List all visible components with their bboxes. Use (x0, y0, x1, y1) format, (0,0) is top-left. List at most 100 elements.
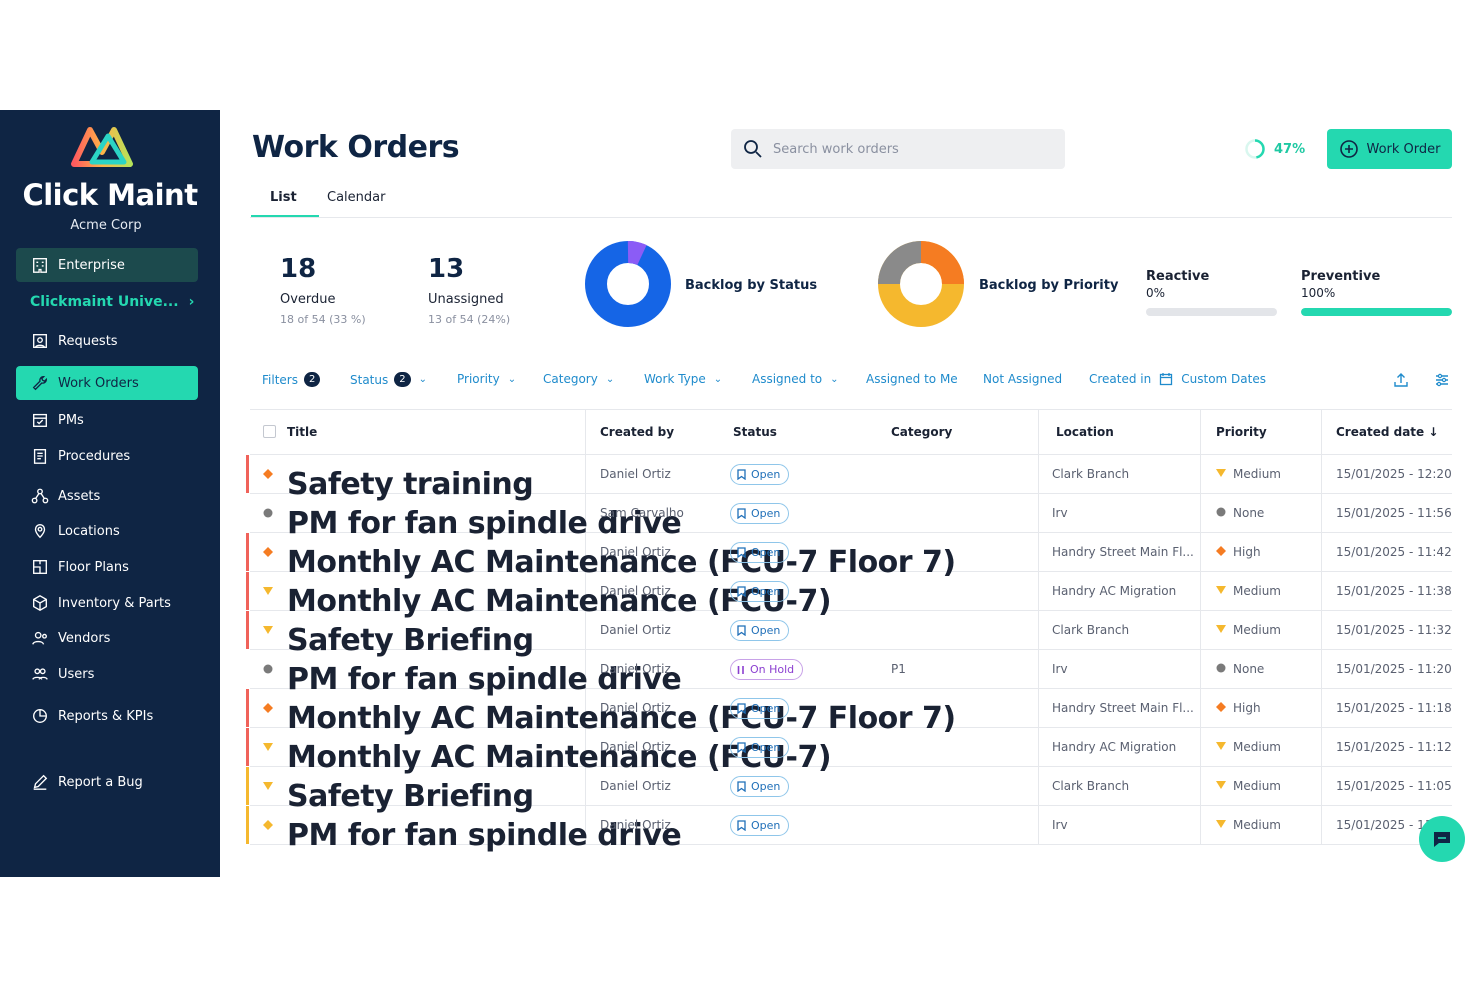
status-badge[interactable]: Open (730, 503, 790, 524)
row-created-by: Daniel Ortiz (600, 701, 671, 715)
tab-calendar[interactable]: Calendar (327, 190, 385, 215)
sidebar-item-pms[interactable]: PMs (16, 403, 198, 437)
status-badge[interactable]: Open (730, 542, 790, 563)
row-location: Irv (1052, 506, 1068, 520)
priority-filter-label: Priority (457, 372, 500, 386)
export-icon[interactable] (1393, 372, 1409, 388)
status-filter[interactable]: Status 2 ⌄ (350, 372, 427, 387)
reactive-value: 0% (1146, 286, 1166, 300)
row-priority: Medium (1216, 818, 1281, 832)
select-all-checkbox[interactable] (263, 425, 276, 438)
chat-button[interactable] (1419, 816, 1465, 862)
row-location: Irv (1052, 662, 1068, 676)
table-row[interactable]: Safety training Daniel Ortiz Open Clark Bra… (246, 455, 1452, 502)
column-settings-icon[interactable] (1434, 372, 1450, 388)
column-priority[interactable]: Priority (1216, 425, 1267, 439)
row-created-date: 15/01/2025 - 11:32 (1336, 623, 1452, 637)
table-row[interactable]: PM for fan spindle drive Sam Carvalho Open… (250, 494, 1452, 541)
sidebar-item-requests[interactable]: Requests (16, 324, 198, 358)
created-in-label: Created in (1089, 372, 1152, 386)
table-body: Safety training Daniel Ortiz Open Clark Bra… (246, 455, 1452, 853)
filters-button[interactable]: Filters 2 (262, 372, 321, 387)
calendar-icon (1160, 373, 1173, 386)
box-icon (30, 593, 50, 613)
status-badge[interactable]: Open (730, 815, 790, 836)
table-row[interactable]: Monthly AC Maintenance (FCU-7 Floor 7) Da… (246, 533, 1452, 580)
sidebar-item-report-bug[interactable]: Report a Bug (16, 765, 198, 799)
users-icon (30, 664, 50, 684)
row-priority: Medium (1216, 467, 1281, 481)
row-priority: Medium (1216, 623, 1281, 637)
sidebar-item-enterprise[interactable]: Enterprise (16, 248, 198, 282)
table-row[interactable]: Monthly AC Maintenance (FCU-7) Daniel Ort… (246, 728, 1452, 775)
row-priority: Medium (1216, 740, 1281, 754)
backlog-priority-donut[interactable] (878, 241, 964, 327)
priority-filter[interactable]: Priority ⌄ (457, 372, 516, 386)
sidebar-item-floor-plans[interactable]: Floor Plans (16, 550, 198, 584)
sidebar-item-work-orders[interactable]: Work Orders (16, 366, 198, 400)
row-location: Handry AC Migration (1052, 584, 1177, 598)
sidebar-item-vendors[interactable]: Vendors (16, 621, 198, 655)
row-type-icon (263, 468, 273, 482)
table-row[interactable]: Monthly AC Maintenance (FCU-7 Floor 7) Da… (246, 689, 1452, 736)
backlog-status-label: Backlog by Status (685, 278, 818, 293)
column-location[interactable]: Location (1056, 425, 1114, 439)
status-badge[interactable]: Open (730, 776, 790, 797)
column-title[interactable]: Title (287, 425, 317, 439)
status-badge[interactable]: Open (730, 581, 790, 602)
sidebar-item-label: Procedures (58, 448, 131, 464)
add-work-order-button[interactable]: Work Order (1327, 129, 1452, 169)
table-row[interactable]: Monthly AC Maintenance (FCU-7) Daniel Ort… (246, 572, 1452, 619)
sidebar-item-assets[interactable]: Assets (16, 479, 198, 513)
row-created-date: 15/01/2025 - 11:38 (1336, 584, 1452, 598)
plus-circle-icon (1339, 140, 1358, 158)
search-input[interactable]: Search work orders (731, 129, 1065, 169)
category-filter[interactable]: Category ⌄ (543, 372, 614, 386)
not-assigned-filter[interactable]: Not Assigned (983, 372, 1062, 386)
sidebar-item-clickmaint-university[interactable]: Clickmaint Unive... › (16, 285, 198, 319)
status-badge[interactable]: Open (730, 464, 790, 485)
table-row[interactable]: PM for fan spindle drive Daniel Ortiz On H… (250, 650, 1452, 697)
created-in-filter[interactable]: Created in Custom Dates (1089, 372, 1266, 386)
clipboard-icon (30, 446, 50, 466)
bookmark-icon (737, 469, 746, 480)
row-type-icon (263, 546, 273, 560)
status-badge[interactable]: Open (730, 737, 790, 758)
row-priority-label: Medium (1233, 818, 1281, 832)
pencil-icon (30, 772, 50, 792)
column-created-by[interactable]: Created by (600, 425, 674, 439)
priority-icon (1216, 701, 1227, 715)
sidebar-item-locations[interactable]: Locations (16, 514, 198, 548)
column-status[interactable]: Status (733, 425, 777, 439)
status-badge[interactable]: On Hold (730, 659, 804, 680)
row-location: Handry Street Main Fl... (1052, 545, 1194, 559)
status-badge[interactable]: Open (730, 620, 790, 641)
table-row[interactable]: Safety Briefing Daniel Ortiz Open Clark Bra… (246, 767, 1452, 814)
priority-icon (1216, 740, 1227, 754)
table-row[interactable]: Safety Briefing Daniel Ortiz Open Clark Bra… (246, 611, 1452, 658)
column-created-date-label: Created date (1336, 425, 1425, 439)
status-badge[interactable]: Open (730, 698, 790, 719)
unassigned-sub: 13 of 54 (24%) (428, 313, 511, 326)
sidebar-item-reports-kpis[interactable]: Reports & KPIs (16, 699, 198, 733)
sidebar-item-users[interactable]: Users (16, 657, 198, 691)
column-category[interactable]: Category (891, 425, 952, 439)
sidebar-item-procedures[interactable]: Procedures (16, 439, 198, 473)
preventive-bar-fill (1301, 308, 1452, 316)
row-created-date: 15/01/2025 - 11:42 (1336, 545, 1452, 559)
row-created-by: Daniel Ortiz (600, 662, 671, 676)
chevron-down-icon: ⌄ (418, 374, 428, 385)
sidebar-item-inventory-parts[interactable]: Inventory & Parts (16, 586, 198, 620)
assigned-to-filter[interactable]: Assigned to ⌄ (752, 372, 839, 386)
sidebar-item-label: Reports & KPIs (58, 708, 154, 724)
table-row[interactable]: PM for fan spindle drive Daniel Ortiz Open… (246, 806, 1452, 853)
row-created-by: Daniel Ortiz (600, 818, 671, 832)
tab-list[interactable]: List (251, 190, 319, 217)
work-type-filter[interactable]: Work Type ⌄ (644, 372, 722, 386)
priority-icon (1216, 779, 1227, 793)
column-created-date[interactable]: Created date ↓ (1336, 425, 1438, 439)
assigned-to-me-filter[interactable]: Assigned to Me (866, 372, 958, 386)
priority-icon (1216, 545, 1227, 559)
backlog-status-donut[interactable] (585, 241, 671, 327)
priority-icon (1216, 467, 1227, 481)
